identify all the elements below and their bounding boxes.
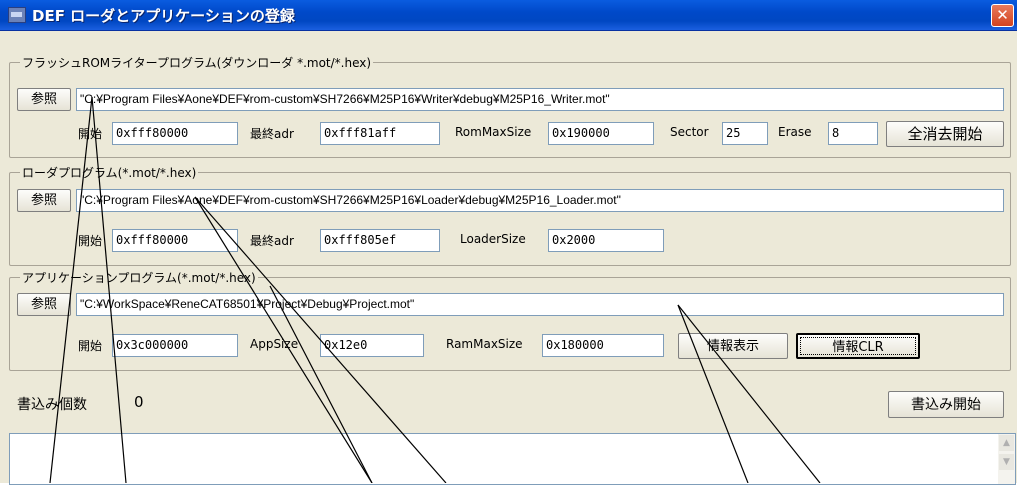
callout-lines	[49, 96, 821, 483]
callout-line	[91, 96, 127, 483]
callout-line	[677, 304, 821, 483]
callout-line	[49, 96, 93, 483]
callout-line	[194, 196, 373, 483]
callout-line	[194, 196, 447, 483]
callout-line	[269, 285, 373, 483]
callout-line	[677, 304, 749, 483]
